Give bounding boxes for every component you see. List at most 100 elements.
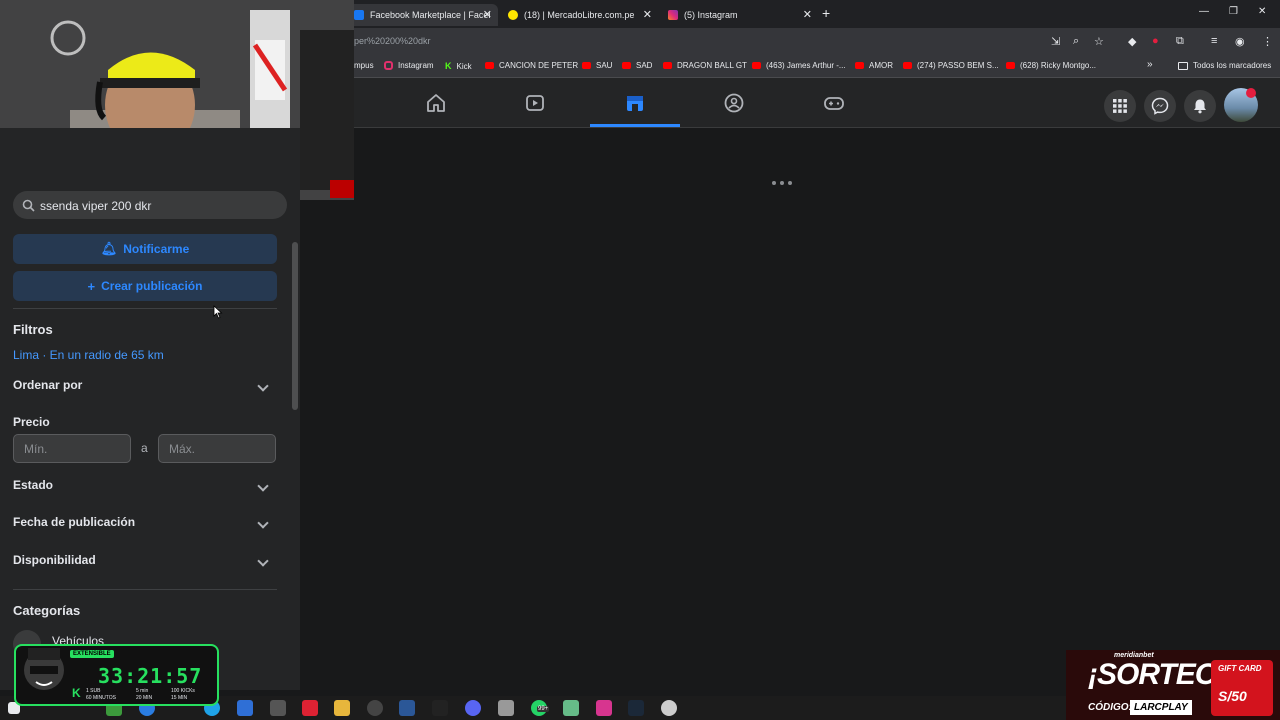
tab-facebook-marketplace[interactable]: Facebook Marketplace | Facebo ✕ <box>346 4 498 26</box>
close-tab-icon[interactable]: ✕ <box>803 8 812 21</box>
bookmark-item[interactable]: CANCION DE PETER <box>485 61 578 70</box>
bookmark-label: (274) PASSO BEM S... <box>917 61 999 70</box>
promo-code: LARCPLAY <box>1130 700 1192 715</box>
plus-icon: + <box>87 278 96 294</box>
home-icon[interactable] <box>425 92 447 114</box>
sort-by-filter[interactable]: Ordenar por <box>13 376 277 396</box>
youtube-icon <box>1006 62 1015 69</box>
close-window-icon[interactable]: ✕ <box>1258 6 1266 17</box>
profile-icon[interactable]: ◉ <box>1235 35 1245 48</box>
chevron-down-icon <box>257 517 269 529</box>
messenger-button[interactable] <box>1144 90 1176 122</box>
tab-mercadolibre[interactable]: (18) | MercadoLibre.com.pe ✕ <box>500 4 658 26</box>
install-app-icon[interactable]: ⇲ <box>1051 35 1060 48</box>
app-icon[interactable] <box>270 700 286 716</box>
mascot-avatar-icon <box>24 648 64 690</box>
youtube-icon <box>855 62 864 69</box>
youtube-icon <box>752 62 761 69</box>
bookmark-item[interactable]: mpus <box>354 61 374 70</box>
discord-icon[interactable] <box>465 700 481 716</box>
obs-icon[interactable] <box>367 700 383 716</box>
bell-icon <box>1194 99 1206 114</box>
facebook-icon <box>354 10 364 20</box>
bookmark-label: Todos los marcadores <box>1193 61 1272 70</box>
date-listed-label: Fecha de publicación <box>13 515 136 529</box>
app-icon[interactable] <box>596 700 612 716</box>
bookmark-item[interactable]: AMOR <box>855 61 893 70</box>
youtube-icon <box>903 62 912 69</box>
bell-outline-icon: 🔔︎ <box>100 241 118 256</box>
bookmark-item[interactable]: K Kick <box>445 61 472 71</box>
messenger-icon <box>1151 97 1169 115</box>
restore-icon[interactable]: ❐ <box>1229 6 1238 17</box>
divider <box>13 308 277 309</box>
sort-by-label: Ordenar por <box>13 378 83 392</box>
file-explorer-icon[interactable] <box>334 700 350 716</box>
calculator-icon[interactable] <box>563 700 579 716</box>
bookmark-label: (463) James Arthur -... <box>766 61 846 70</box>
gift-card-label: GIFT CARD <box>1218 664 1262 673</box>
app-icon[interactable] <box>432 700 448 716</box>
kick-icon: K <box>445 61 452 71</box>
date-listed-filter[interactable]: Fecha de publicación <box>13 513 277 533</box>
kick-logo-icon: K <box>72 686 81 700</box>
sidebar-scrollbar[interactable] <box>292 242 298 410</box>
bookmark-item[interactable]: (463) James Arthur -... <box>752 61 846 70</box>
create-listing-button[interactable]: + Crear publicación <box>13 271 277 301</box>
notify-me-label: Notificarme <box>123 242 190 256</box>
watch-video-icon[interactable] <box>524 92 546 114</box>
tab-title: (5) Instagram <box>684 10 738 20</box>
reading-list-icon[interactable]: ≡ <box>1211 35 1217 47</box>
divider <box>13 589 277 590</box>
steam-icon[interactable] <box>628 700 644 716</box>
notification-dot <box>1246 88 1256 98</box>
menu-kebab-icon[interactable]: ⋮ <box>1262 35 1273 48</box>
availability-filter[interactable]: Disponibilidad <box>13 551 277 571</box>
timer-badge: EXTENSIBLE <box>70 650 114 658</box>
url-text[interactable]: per%20200%20dkr <box>354 36 431 46</box>
bookmark-item[interactable]: (628) Ricky Montgo... <box>1006 61 1096 70</box>
sponsor-promo-overlay: meridianbet ¡SORTEO! CÓDIGO: LARCPLAY GI… <box>1066 650 1280 720</box>
bookmark-item[interactable]: Instagram <box>384 61 434 70</box>
mail-icon[interactable] <box>237 700 253 716</box>
bookmark-item[interactable]: SAU <box>582 61 612 70</box>
price-separator: a <box>141 441 148 455</box>
all-bookmarks-folder[interactable]: Todos los marcadores <box>1178 61 1271 70</box>
notifications-button[interactable] <box>1184 90 1216 122</box>
timer-value: 33:21:57 <box>98 664 203 688</box>
extension-red-icon[interactable]: ● <box>1152 35 1159 47</box>
bookmark-star-icon[interactable]: ☆ <box>1094 35 1104 48</box>
app-icon[interactable] <box>498 700 514 716</box>
close-tab-icon[interactable]: ✕ <box>483 8 492 21</box>
tab-instagram[interactable]: (5) Instagram ✕ <box>660 4 818 26</box>
app-icon[interactable] <box>661 700 677 716</box>
extensions-puzzle-icon[interactable]: ⧉ <box>1176 35 1184 48</box>
groups-icon[interactable] <box>723 92 745 114</box>
tab-title: Facebook Marketplace | Facebo <box>370 10 490 20</box>
bookmark-label: Instagram <box>398 61 434 70</box>
notify-me-button[interactable]: 🔔︎ Notificarme <box>13 234 277 264</box>
bookmark-item[interactable]: (274) PASSO BEM S... <box>903 61 999 70</box>
max-price-input[interactable]: Máx. <box>158 434 276 463</box>
menu-grid-button[interactable] <box>1104 90 1136 122</box>
zoom-icon[interactable]: ⌕ <box>1073 35 1079 48</box>
timer-rule-1-value: 60 MINUTOS <box>86 695 116 701</box>
search-input-value[interactable]: ssenda viper 200 dkr <box>40 199 151 213</box>
grid-icon <box>1113 99 1127 113</box>
close-tab-icon[interactable]: ✕ <box>643 8 652 21</box>
bookmark-item[interactable]: SAD <box>622 61 652 70</box>
bookmarks-overflow-button[interactable]: » <box>1147 59 1153 70</box>
mouse-cursor <box>213 305 223 319</box>
gaming-icon[interactable] <box>823 92 845 114</box>
bookmark-item[interactable]: DRAGON BALL GT <box>663 61 747 70</box>
location-filter-link[interactable]: Lima · En un radio de 65 km <box>13 348 164 362</box>
app-icon[interactable] <box>302 700 318 716</box>
new-tab-button[interactable]: + <box>822 5 830 21</box>
minimize-icon[interactable]: — <box>1199 6 1209 17</box>
marketplace-icon[interactable] <box>624 92 646 114</box>
word-icon[interactable] <box>399 700 415 716</box>
timer-rule-3-value: 15 MIN <box>171 695 188 701</box>
min-price-input[interactable]: Mín. <box>13 434 131 463</box>
extension-icon[interactable]: ◆ <box>1128 35 1136 48</box>
condition-filter[interactable]: Estado <box>13 476 277 496</box>
